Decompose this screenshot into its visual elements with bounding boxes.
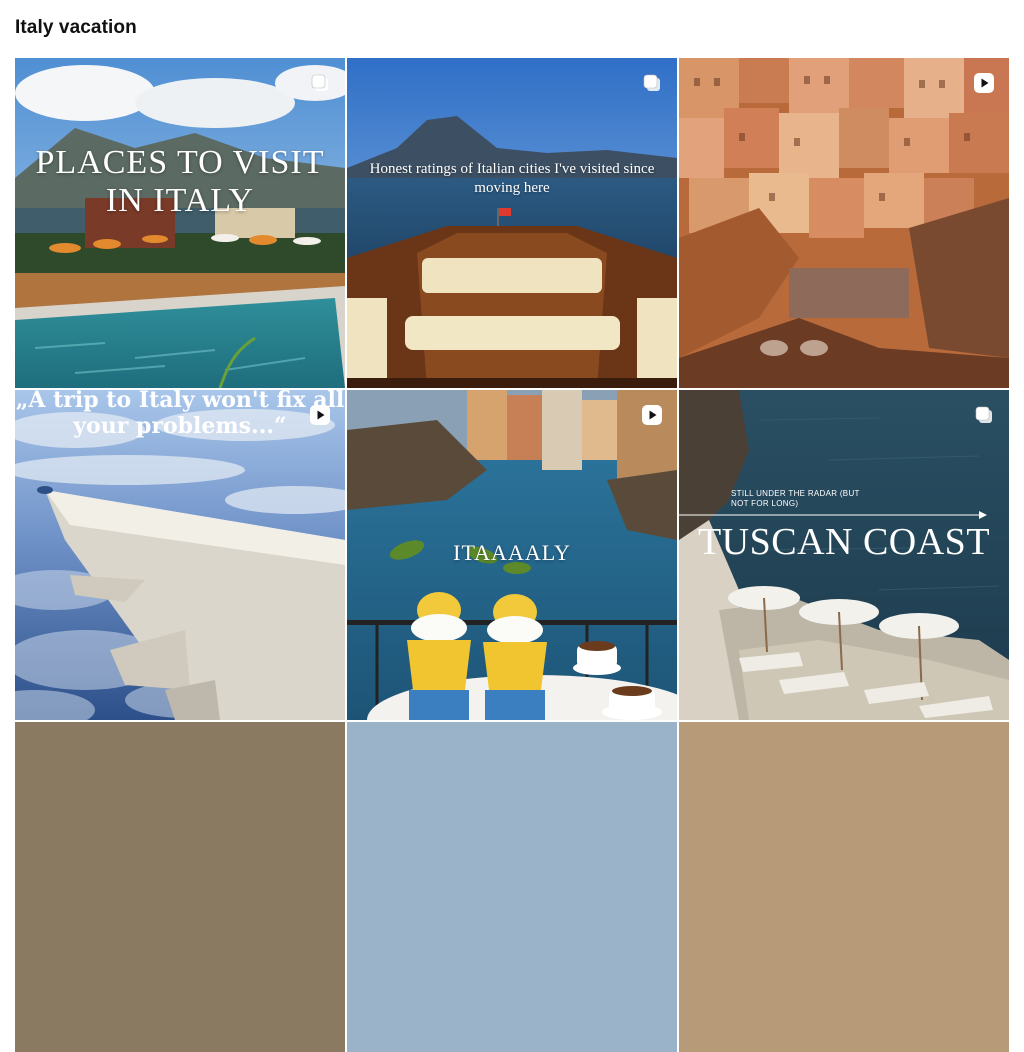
pin-partial-row-2[interactable]: [347, 722, 677, 1052]
pin-overlay-text: PLACES TO VISIT IN ITALY: [35, 144, 325, 219]
carousel-icon: [641, 72, 663, 94]
carousel-icon: [973, 404, 995, 426]
pin-image-airplane-wing: [15, 390, 345, 720]
pin-cliff-village[interactable]: [679, 58, 1009, 388]
pin-overlay-subtext: STILL UNDER THE RADAR (BUT NOT FOR LONG): [731, 489, 860, 508]
pin-overlay-text: TUSCAN COAST: [697, 521, 991, 563]
reel-play-icon: [641, 404, 663, 426]
pin-partial-row-3[interactable]: [679, 722, 1009, 1052]
carousel-icon: [309, 72, 331, 94]
pin-overlay-text: ITAAAALY: [453, 540, 571, 565]
reel-play-icon: [309, 404, 331, 426]
reel-play-icon: [973, 72, 995, 94]
board-title: Italy vacation: [15, 17, 137, 38]
pin-overlay-text: „A trip to Italy won't fix all your prob…: [15, 390, 345, 439]
pin-image-pool-villa: [15, 58, 345, 388]
pin-image-boat-lake: [347, 58, 677, 388]
pin-honest-ratings[interactable]: Honest ratings of Italian cities I've vi…: [347, 58, 677, 388]
pin-overlay-text: Honest ratings of Italian cities I've vi…: [369, 161, 655, 196]
pin-tuscan-coast[interactable]: STILL UNDER THE RADAR (BUT NOT FOR LONG)…: [679, 390, 1009, 720]
pin-partial-row-1[interactable]: [15, 722, 345, 1052]
pin-itaaaaly[interactable]: ITAAAALY: [347, 390, 677, 720]
pin-image-cliff-village: [679, 58, 1009, 388]
pin-trip-to-italy-quote[interactable]: „A trip to Italy won't fix all your prob…: [15, 390, 345, 720]
pin-places-to-visit[interactable]: PLACES TO VISIT IN ITALY: [15, 58, 345, 388]
pin-grid: PLACES TO VISIT IN ITALY Honest ratings …: [15, 58, 1009, 1052]
